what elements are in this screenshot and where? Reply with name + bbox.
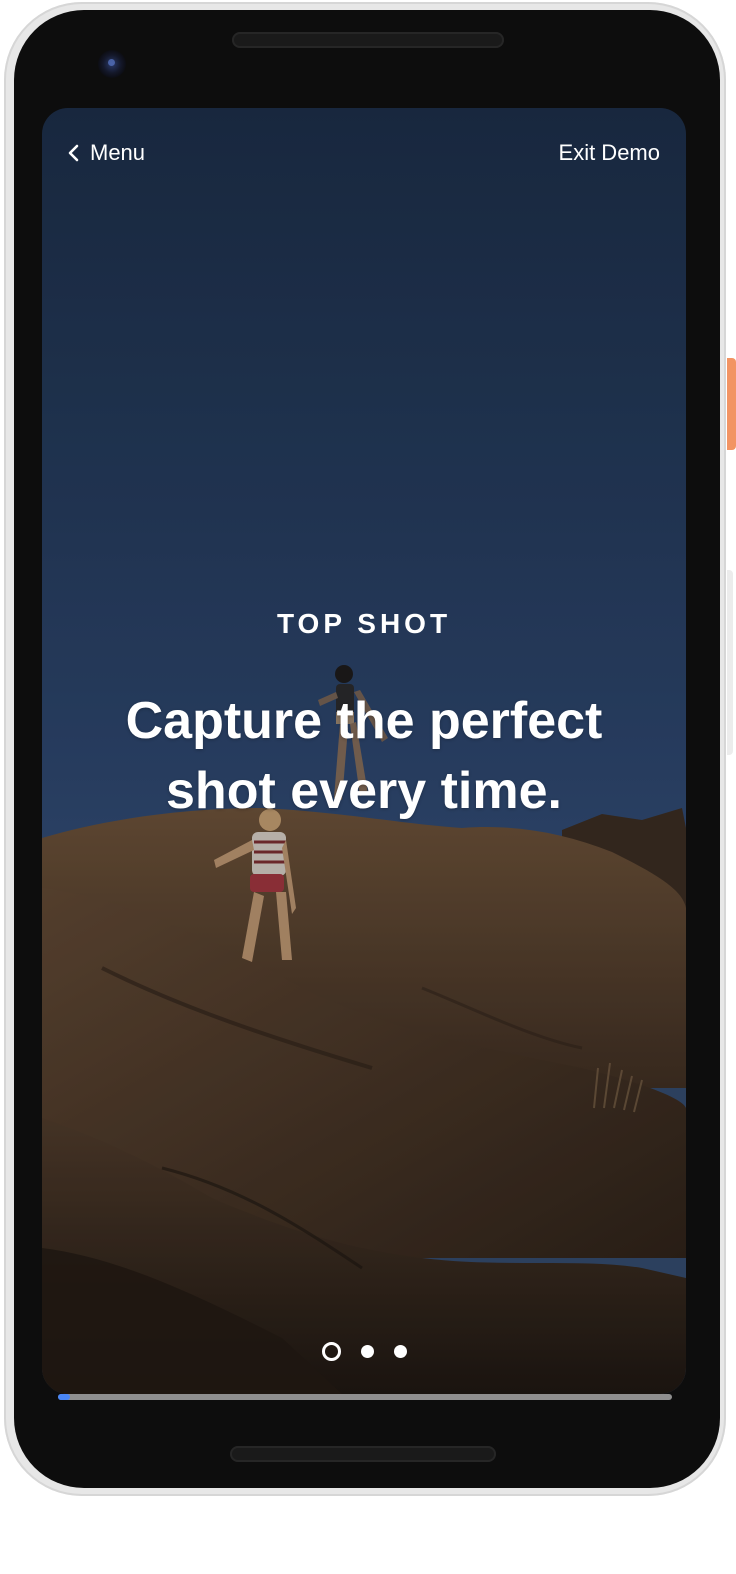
chevron-left-icon	[68, 144, 79, 162]
exit-demo-button[interactable]: Exit Demo	[559, 138, 660, 168]
page-dot-1[interactable]	[321, 1341, 341, 1361]
feature-headline: Capture the perfect shot every time.	[82, 686, 646, 826]
demo-screen[interactable]: Menu Exit Demo TOP SHOT Capture the perf…	[42, 108, 686, 1394]
camera-lens-glint	[108, 59, 115, 66]
headline-line-1: Capture the perfect	[125, 692, 603, 750]
volume-button	[727, 570, 733, 755]
top-speaker-grille	[232, 32, 504, 48]
back-to-menu-button[interactable]: Menu	[66, 138, 145, 168]
page-indicator	[42, 1338, 686, 1364]
device-frame: Menu Exit Demo TOP SHOT Capture the perf…	[0, 0, 736, 1574]
back-label: Menu	[90, 140, 146, 165]
video-progress-fill	[58, 1394, 71, 1400]
page-dot-3[interactable]	[393, 1344, 407, 1358]
bottom-speaker-grille	[230, 1446, 496, 1462]
page-dot-2[interactable]	[360, 1344, 374, 1358]
video-progress-bar[interactable]	[58, 1394, 672, 1400]
feature-eyebrow: TOP SHOT	[276, 608, 452, 639]
front-camera-icon	[98, 50, 126, 78]
power-button	[727, 358, 736, 450]
headline-line-2: shot every time.	[166, 762, 562, 820]
